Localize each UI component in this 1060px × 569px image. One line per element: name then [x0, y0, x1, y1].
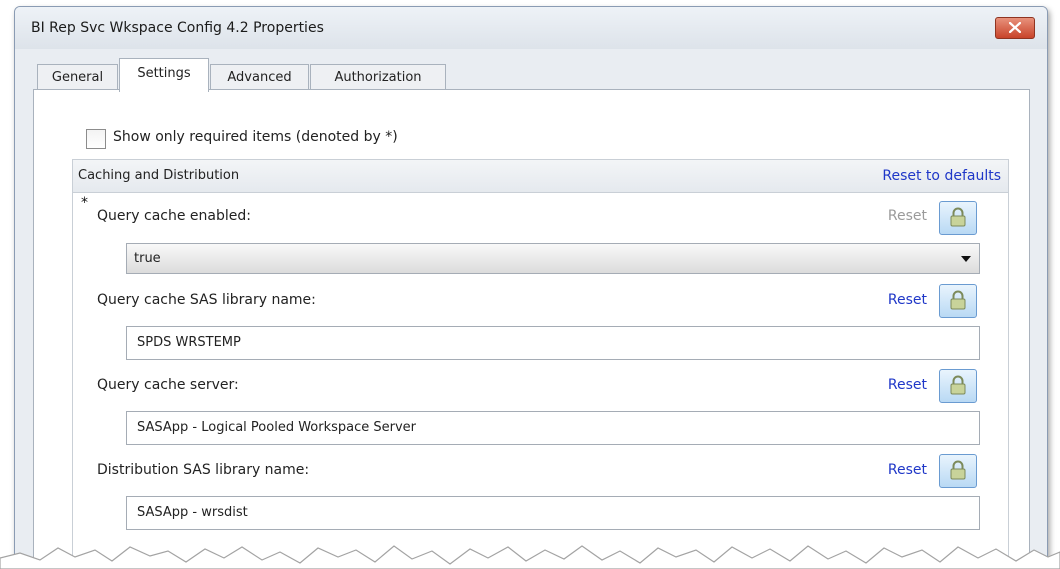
query-cache-enabled-value: true — [134, 251, 161, 266]
distribution-library-label: Distribution SAS library name: — [97, 462, 310, 478]
query-cache-enabled-lock-button[interactable] — [939, 201, 977, 235]
query-cache-server-value: SASApp - Logical Pooled Workspace Server — [137, 420, 417, 435]
distribution-library-reset[interactable]: Reset — [867, 462, 927, 478]
query-cache-server-input[interactable]: SASApp - Logical Pooled Workspace Server — [126, 411, 980, 445]
distribution-library-lock-button[interactable] — [939, 454, 977, 488]
query-cache-enabled-label: Query cache enabled: — [97, 208, 251, 224]
distribution-library-value: SASApp - wrsdist — [137, 505, 248, 520]
window-title: BI Rep Svc Wkspace Config 4.2 Properties — [31, 20, 324, 36]
group-title: Caching and Distribution — [78, 168, 240, 183]
show-required-checkbox[interactable] — [86, 129, 106, 149]
tab-authorization[interactable]: Authorization — [310, 64, 446, 90]
query-cache-server-lock-button[interactable] — [939, 369, 977, 403]
query-cache-library-reset[interactable]: Reset — [867, 292, 927, 308]
lock-icon — [950, 460, 966, 480]
chevron-down-icon — [961, 256, 971, 262]
close-icon — [1009, 22, 1021, 33]
lock-icon — [950, 290, 966, 310]
lock-icon — [950, 375, 966, 395]
query-cache-library-lock-button[interactable] — [939, 284, 977, 318]
properties-window: BI Rep Svc Wkspace Config 4.2 Properties… — [14, 6, 1048, 568]
query-cache-server-reset[interactable]: Reset — [867, 377, 927, 393]
tab-general[interactable]: General — [37, 64, 118, 90]
query-cache-library-value: SPDS WRSTEMP — [137, 335, 241, 350]
settings-panel: Show only required items (denoted by *) … — [33, 89, 1030, 567]
lock-icon — [950, 207, 966, 227]
query-cache-enabled-reset[interactable]: Reset — [867, 208, 927, 224]
group-header: Caching and Distribution Reset to defaul… — [73, 160, 1008, 193]
query-cache-server-label: Query cache server: — [97, 377, 239, 393]
query-cache-enabled-select[interactable]: true — [126, 243, 980, 274]
close-button[interactable] — [995, 17, 1035, 39]
caching-distribution-group: Caching and Distribution Reset to defaul… — [72, 159, 1009, 567]
title-bar: BI Rep Svc Wkspace Config 4.2 Properties — [15, 7, 1047, 49]
reset-to-defaults-link[interactable]: Reset to defaults — [882, 168, 1001, 184]
torn-edge — [0, 545, 1060, 569]
required-marker: * — [81, 195, 88, 211]
query-cache-library-input[interactable]: SPDS WRSTEMP — [126, 326, 980, 360]
tab-advanced[interactable]: Advanced — [210, 64, 309, 90]
tab-settings[interactable]: Settings — [119, 58, 209, 92]
show-required-label: Show only required items (denoted by *) — [113, 129, 398, 145]
query-cache-library-label: Query cache SAS library name: — [97, 292, 316, 308]
